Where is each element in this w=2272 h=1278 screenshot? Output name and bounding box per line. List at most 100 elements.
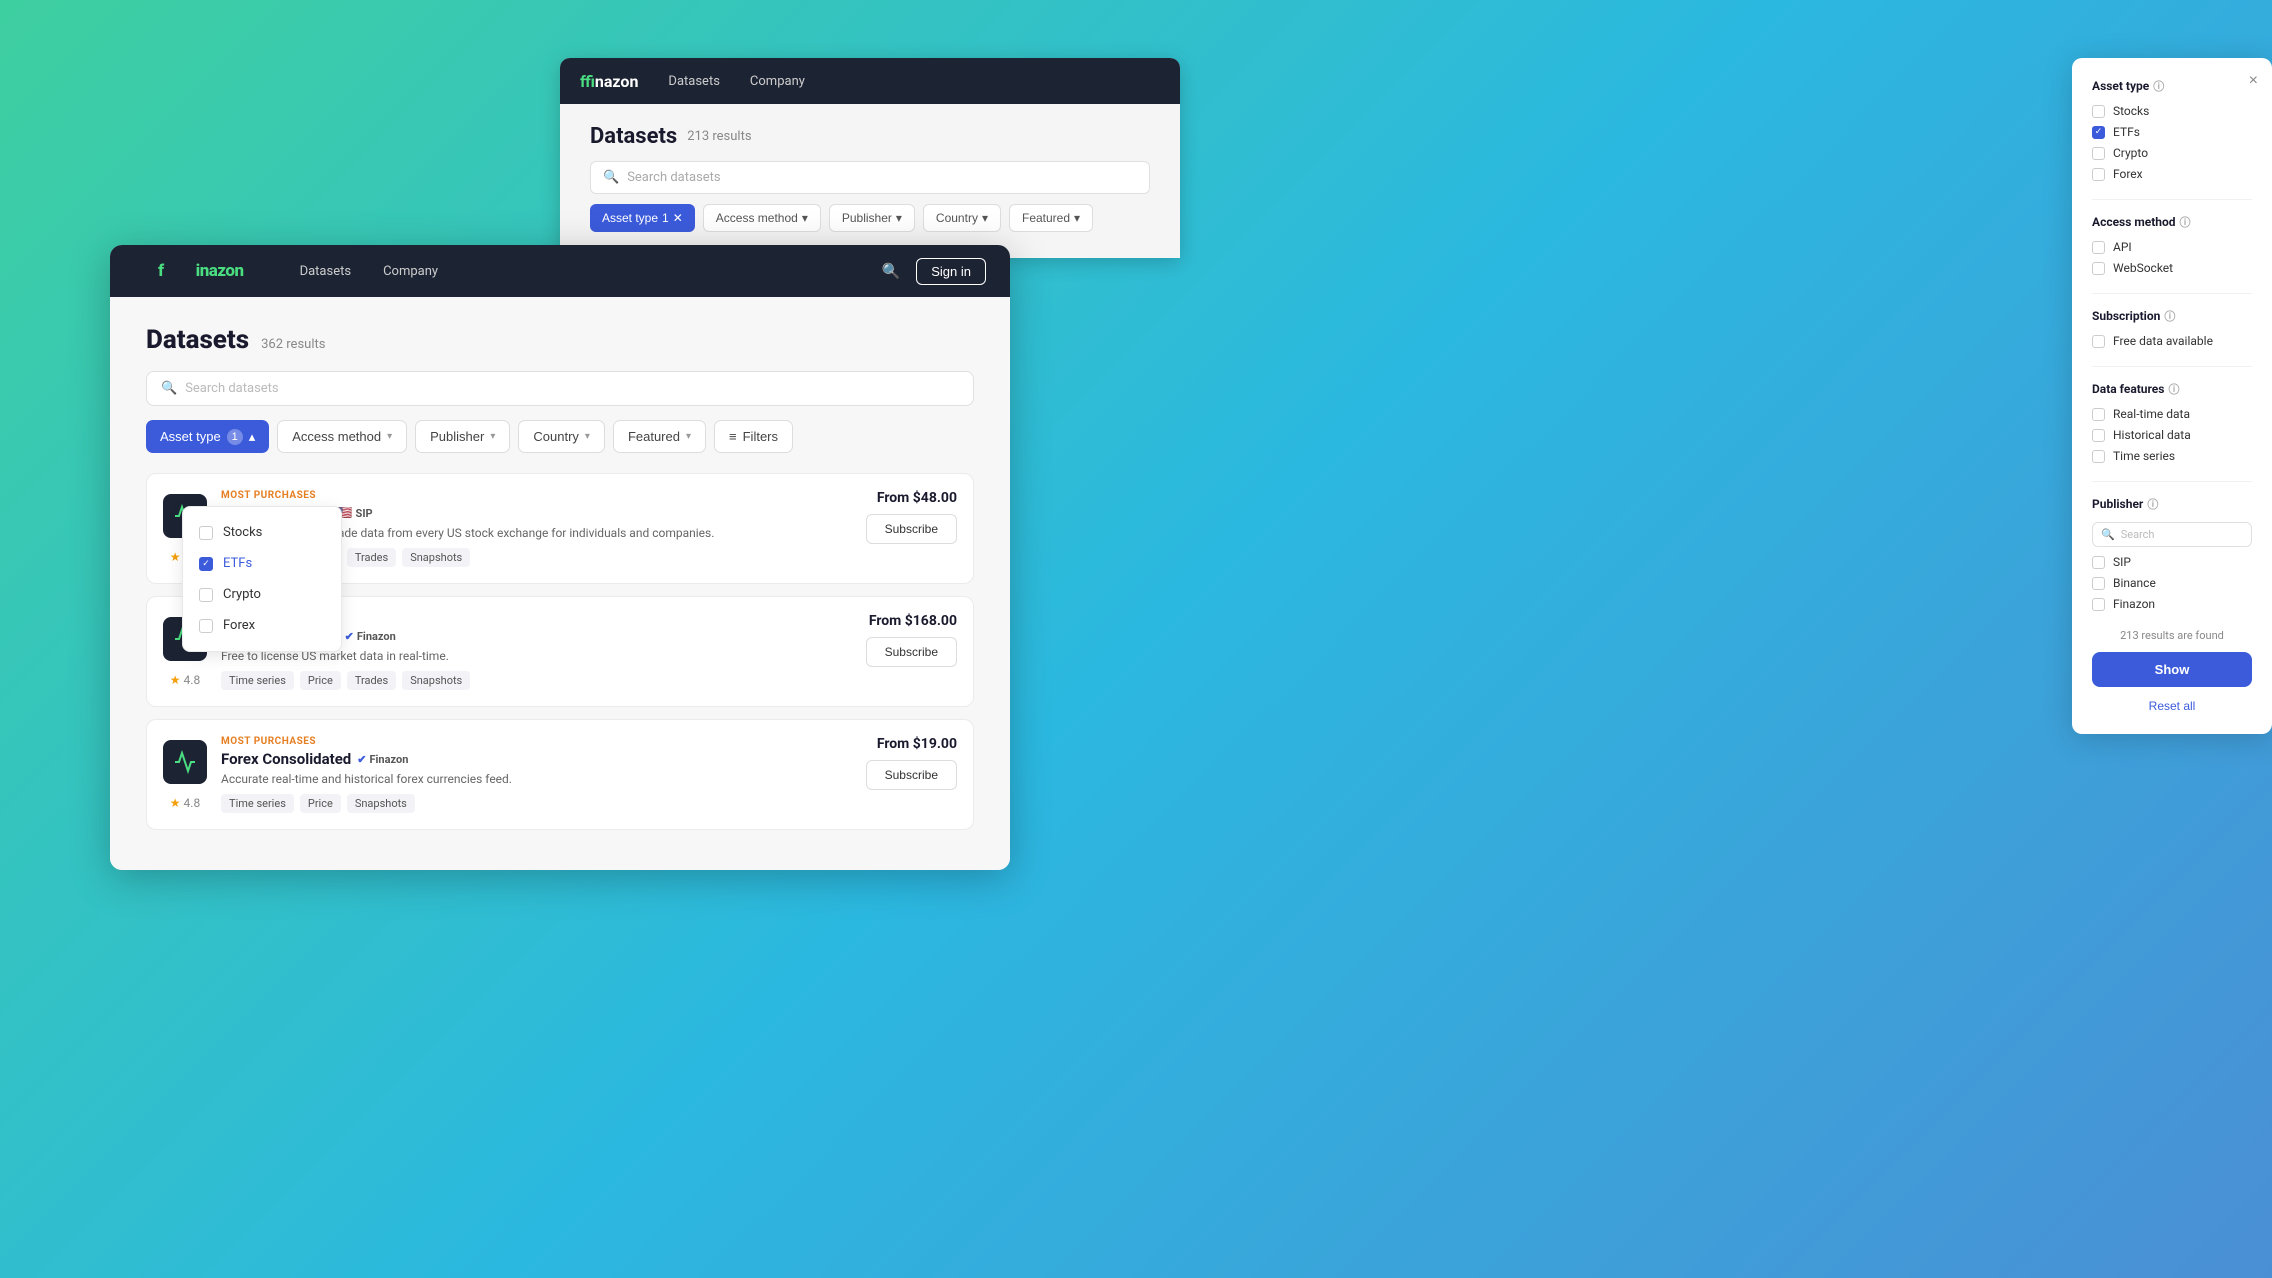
panel-checkbox-websocket[interactable] — [2092, 262, 2105, 275]
card-title-2: Forex Consolidated ✔ Finazon — [221, 750, 852, 768]
panel-checkbox-sip[interactable] — [2092, 556, 2105, 569]
publisher-search-icon: 🔍 — [2101, 528, 2115, 541]
etfs-checkbox[interactable]: ✓ — [199, 557, 213, 571]
bg-filter-featured[interactable]: Featured ▾ — [1009, 204, 1093, 232]
panel-publisher-title: Publisher ⓘ — [2092, 496, 2252, 512]
card-desc-2: Accurate real-time and historical forex … — [221, 772, 852, 786]
card-price-1: From $168.00 — [866, 613, 957, 629]
bg-search[interactable]: 🔍 Search datasets — [590, 161, 1150, 194]
panel-option-free-data[interactable]: Free data available — [2092, 334, 2252, 348]
dropdown-stocks[interactable]: Stocks — [183, 517, 341, 548]
panel-option-etfs[interactable]: ✓ ETFs — [2092, 125, 2252, 139]
panel-close-button[interactable]: × — [2249, 72, 2258, 90]
subscribe-button-0[interactable]: Subscribe — [866, 514, 957, 544]
panel-option-realtime[interactable]: Real-time data — [2092, 407, 2252, 421]
reset-button[interactable]: Reset all — [2092, 699, 2252, 713]
main-logo: finazon — [134, 245, 268, 297]
main-window: finazon Datasets Company 🔍 Sign in Datas… — [110, 245, 1010, 870]
dropdown-etfs[interactable]: ✓ ETFs — [183, 548, 341, 579]
main-body: Datasets 362 results 🔍 Search datasets A… — [110, 297, 1010, 870]
card-badge-0: MOST PURCHASES — [221, 490, 852, 501]
card-right-0: From $48.00 Subscribe — [866, 490, 957, 544]
filter-publisher[interactable]: Publisher ▾ — [415, 420, 510, 453]
bg-nav-datasets[interactable]: Datasets — [668, 74, 720, 89]
bg-nav-company[interactable]: Company — [750, 74, 805, 89]
panel-asset-type-title: Asset type ⓘ — [2092, 78, 2252, 94]
panel-checkbox-forex[interactable] — [2092, 168, 2105, 181]
page-title-row: Datasets 362 results — [146, 325, 974, 355]
panel-checkbox-crypto[interactable] — [2092, 147, 2105, 160]
panel-checkbox-binance[interactable] — [2092, 577, 2105, 590]
sign-in-button[interactable]: Sign in — [916, 258, 986, 285]
card-right-1: From $168.00 Subscribe — [866, 613, 957, 667]
panel-access-method-title: Access method ⓘ — [2092, 214, 2252, 230]
bg-filter-publisher[interactable]: Publisher ▾ — [829, 204, 915, 232]
crypto-checkbox[interactable] — [199, 588, 213, 602]
card-content-2: MOST PURCHASES Forex Consolidated ✔ Fina… — [221, 736, 852, 813]
filter-access-method[interactable]: Access method ▾ — [277, 420, 407, 453]
panel-checkbox-realtime[interactable] — [2092, 408, 2105, 421]
stocks-checkbox[interactable] — [199, 526, 213, 540]
subscribe-button-1[interactable]: Subscribe — [866, 637, 957, 667]
panel-option-stocks[interactable]: Stocks — [2092, 104, 2252, 118]
bg-filter-asset-type[interactable]: Asset type 1 ✕ — [590, 204, 695, 232]
results-label: 213 results are found — [2092, 629, 2252, 642]
asset-type-info-icon: ⓘ — [2153, 78, 2164, 94]
forex-checkbox[interactable] — [199, 619, 213, 633]
rating-2: ★ 4.8 — [170, 796, 200, 810]
main-nav-datasets[interactable]: Datasets — [300, 264, 352, 279]
dropdown-crypto[interactable]: Crypto — [183, 579, 341, 610]
bg-body: Datasets 213 results 🔍 Search datasets A… — [560, 104, 1180, 252]
search-icon: 🔍 — [161, 381, 177, 396]
filter-country[interactable]: Country ▾ — [518, 420, 605, 453]
access-method-info-icon: ⓘ — [2180, 214, 2191, 230]
panel-option-historical[interactable]: Historical data — [2092, 428, 2252, 442]
card-badge-2: MOST PURCHASES — [221, 736, 852, 747]
panel-checkbox-finazon[interactable] — [2092, 598, 2105, 611]
filter-panel: × Asset type ⓘ Stocks ✓ ETFs Crypto Fore… — [2072, 58, 2272, 734]
panel-option-websocket[interactable]: WebSocket — [2092, 261, 2252, 275]
panel-checkbox-stocks[interactable] — [2092, 105, 2105, 118]
bg-logo: ffinazon — [580, 72, 638, 91]
bg-filter-access-method[interactable]: Access method ▾ — [703, 204, 821, 232]
panel-data-features-section: Data features ⓘ Real-time data Historica… — [2092, 381, 2252, 463]
filter-featured[interactable]: Featured ▾ — [613, 420, 706, 453]
card-tags-2: Time series Price Snapshots — [221, 794, 852, 813]
rating-1: ★ 4.8 — [170, 673, 200, 687]
asset-type-dropdown: Stocks ✓ ETFs Crypto Forex — [182, 506, 342, 652]
bg-nav: ffinazon Datasets Company — [560, 58, 1180, 104]
panel-asset-type-section: Asset type ⓘ Stocks ✓ ETFs Crypto Forex — [2092, 78, 2252, 181]
search-box[interactable]: 🔍 Search datasets — [146, 371, 974, 406]
panel-checkbox-api[interactable] — [2092, 241, 2105, 254]
panel-option-api[interactable]: API — [2092, 240, 2252, 254]
panel-option-time-series[interactable]: Time series — [2092, 449, 2252, 463]
publisher-badge-2: ✔ Finazon — [357, 753, 408, 766]
subscribe-button-2[interactable]: Subscribe — [866, 760, 957, 790]
panel-checkbox-free-data[interactable] — [2092, 335, 2105, 348]
main-search-icon[interactable]: 🔍 — [882, 262, 901, 280]
filter-bar: Asset type 1 ▴ Access method ▾ Publisher… — [146, 420, 974, 453]
panel-option-binance[interactable]: Binance — [2092, 576, 2252, 590]
verified-check-icon-1: ✔ — [345, 630, 354, 643]
bg-filter-country[interactable]: Country ▾ — [923, 204, 1001, 232]
filter-asset-type[interactable]: Asset type 1 ▴ — [146, 420, 269, 453]
panel-option-finazon[interactable]: Finazon — [2092, 597, 2252, 611]
dropdown-forex[interactable]: Forex — [183, 610, 341, 641]
panel-option-forex[interactable]: Forex — [2092, 167, 2252, 181]
results-count: 362 results — [261, 337, 325, 352]
panel-option-crypto[interactable]: Crypto — [2092, 146, 2252, 160]
panel-divider-3 — [2092, 366, 2252, 367]
panel-checkbox-time-series[interactable] — [2092, 450, 2105, 463]
panel-option-sip[interactable]: SIP — [2092, 555, 2252, 569]
panel-subscription-section: Subscription ⓘ Free data available — [2092, 308, 2252, 348]
filter-all-button[interactable]: ≡ Filters — [714, 420, 793, 453]
data-features-info-icon: ⓘ — [2168, 381, 2179, 397]
show-button[interactable]: Show — [2092, 652, 2252, 687]
main-nav-company[interactable]: Company — [383, 264, 438, 279]
panel-subscription-title: Subscription ⓘ — [2092, 308, 2252, 324]
panel-publisher-section: Publisher ⓘ 🔍 Search SIP Binance Finazon — [2092, 496, 2252, 611]
panel-checkbox-historical[interactable] — [2092, 429, 2105, 442]
publisher-search-box[interactable]: 🔍 Search — [2092, 522, 2252, 547]
filter-lines-icon: ≡ — [729, 429, 737, 444]
panel-checkbox-etfs[interactable]: ✓ — [2092, 126, 2105, 139]
